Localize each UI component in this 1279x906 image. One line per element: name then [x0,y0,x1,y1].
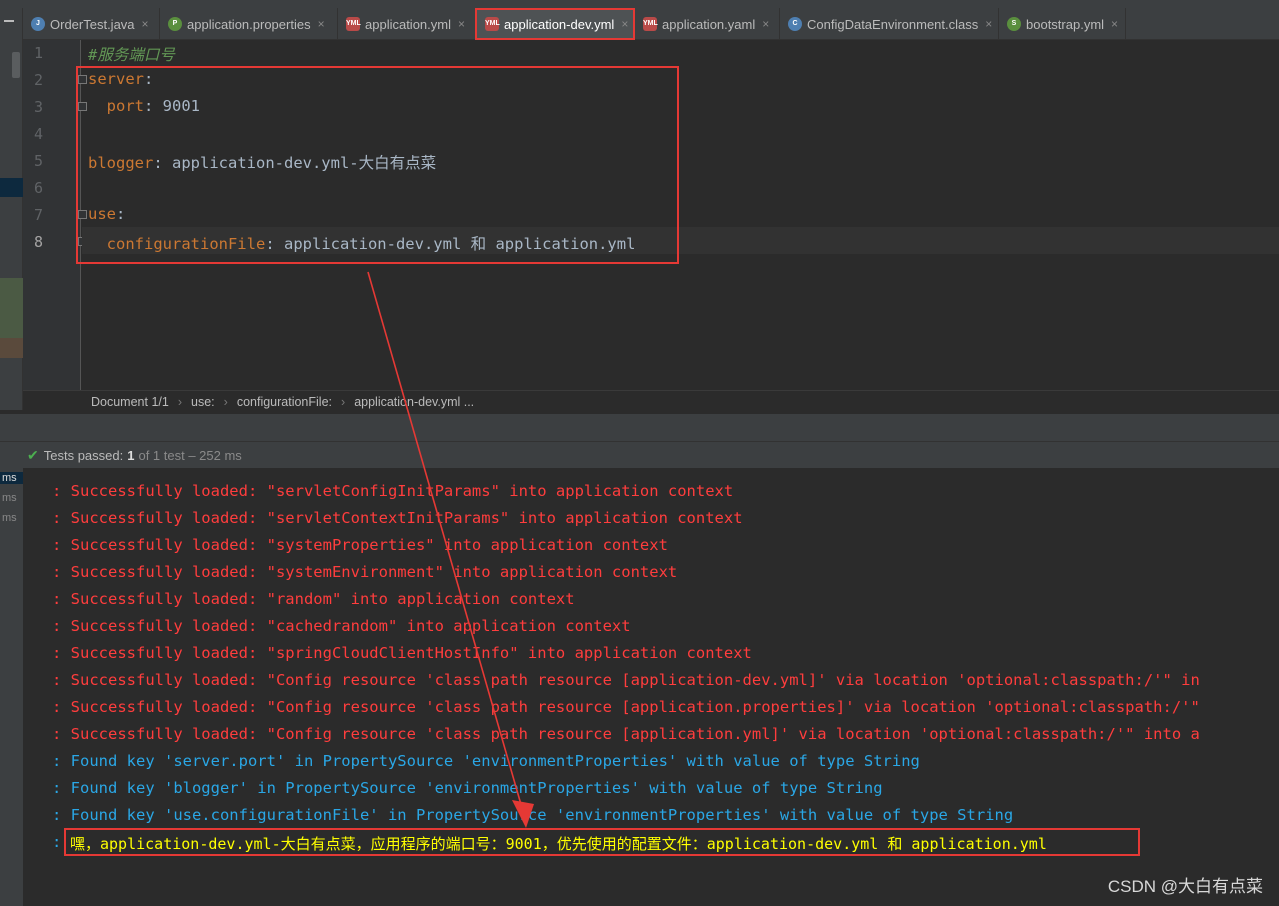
log-line: : Successfully loaded: "Config resource … [52,725,1200,743]
tab-label: OrderTest.java [50,16,135,32]
yml-file-icon: YML [346,17,361,31]
log-line: : Successfully loaded: "servletConfigIni… [52,482,734,500]
line-number: 4 [33,125,43,143]
chevron-right-icon: › [341,395,346,409]
line-number: 7 [33,206,43,224]
tab-application-dev-yml[interactable]: YML application-dev.yml × [475,8,635,40]
tree-item-highlight [0,278,23,338]
breadcrumb-document[interactable]: Document 1/1 [91,395,169,409]
editor-tabs: J OrderTest.java × P application.propert… [23,8,1279,40]
title-strip [0,0,1279,8]
close-icon[interactable]: × [458,17,465,31]
line-number: 5 [33,152,43,170]
breadcrumb-item[interactable]: use: [191,395,215,409]
log-line: : Successfully loaded: "Config resource … [52,698,1200,716]
close-icon[interactable]: × [1111,17,1118,31]
tab-label: application.yaml [662,16,756,32]
log-line-prefix: : [52,833,62,851]
tab-label: application-dev.yml [504,16,615,32]
log-line: : Found key 'server.port' in PropertySou… [52,752,920,770]
test-status-label: Tests passed: [43,447,124,463]
highlight-box-output [64,828,1140,856]
yml-file-icon: YML [643,17,658,31]
breadcrumb-item[interactable]: application-dev.yml ... [354,395,474,409]
log-line: : Successfully loaded: "systemEnvironmen… [52,563,678,581]
tab-configdataenvironment-class[interactable]: C ConfigDataEnvironment.class × [780,8,999,40]
console-output[interactable]: : Successfully loaded: "servletConfigIni… [23,468,1279,906]
tab-application-properties[interactable]: P application.properties × [160,8,338,40]
log-line: : Successfully loaded: "systemProperties… [52,536,668,554]
test-duration[interactable]: ms [0,472,23,484]
log-line: : Successfully loaded: "cachedrandom" in… [52,617,631,635]
log-line: : Successfully loaded: "springCloudClien… [52,644,752,662]
test-status-bar: ✔ Tests passed: 1 of 1 test – 252 ms [0,441,1279,468]
class-file-icon: C [788,17,802,31]
tab-bootstrap-yml[interactable]: S bootstrap.yml × [999,8,1126,40]
close-icon[interactable]: × [985,17,992,31]
tab-label: application.properties [187,16,311,32]
highlight-box-code [76,66,679,264]
properties-file-icon: P [168,17,182,31]
test-duration[interactable]: ms [0,512,23,524]
line-number: 6 [33,179,43,197]
test-tree-column: ms ms ms [0,468,23,906]
tab-label: bootstrap.yml [1026,16,1105,32]
test-status-detail: of 1 test – 252 ms [138,447,242,463]
scrollbar-thumb[interactable] [12,52,20,78]
collapse-icon[interactable] [4,20,14,22]
test-duration[interactable]: ms [0,492,23,504]
breadcrumb: Document 1/1 › use: › configurationFile:… [23,390,1279,413]
yml-file-icon: YML [485,17,500,31]
tab-ordertest-java[interactable]: J OrderTest.java × [23,8,160,40]
spring-yml-icon: S [1007,17,1021,31]
log-line: : Successfully loaded: "Config resource … [52,671,1200,689]
selected-tree-item[interactable] [0,178,23,197]
chevron-right-icon: › [177,395,182,409]
yaml-comment: #服务端口号 [88,46,175,64]
log-line: : Successfully loaded: "random" into app… [52,590,575,608]
close-icon[interactable]: × [762,17,769,31]
panel-splitter[interactable] [0,413,1279,441]
tree-item-highlight-alt [0,338,23,358]
breadcrumb-item[interactable]: configurationFile: [237,395,332,409]
line-number: 8 [33,233,43,251]
watermark: CSDN @大白有点菜 [1107,877,1263,896]
close-icon[interactable]: × [621,17,628,31]
line-number: 1 [33,44,43,62]
line-number: 2 [33,71,43,89]
chevron-right-icon: › [223,395,228,409]
tab-application-yaml[interactable]: YML application.yaml × [635,8,780,40]
code-line[interactable]: #服务端口号 [88,43,175,65]
java-class-icon: J [31,17,45,31]
line-number-gutter: 1 2 3 4 5 6 7 8 [23,40,81,390]
log-line: : Found key 'blogger' in PropertySource … [52,779,883,797]
tab-application-yml[interactable]: YML application.yml × [338,8,476,40]
tab-label: application.yml [365,16,451,32]
log-line: : Successfully loaded: "servletContextIn… [52,509,743,527]
close-icon[interactable]: × [318,17,325,31]
tab-label: ConfigDataEnvironment.class [807,16,979,32]
close-icon[interactable]: × [142,17,149,31]
test-passed-count: 1 [127,447,135,463]
line-number: 3 [33,98,43,116]
log-line: : Found key 'use.configurationFile' in P… [52,806,1014,824]
check-icon: ✔ [27,446,39,463]
project-tool-strip [0,8,23,410]
